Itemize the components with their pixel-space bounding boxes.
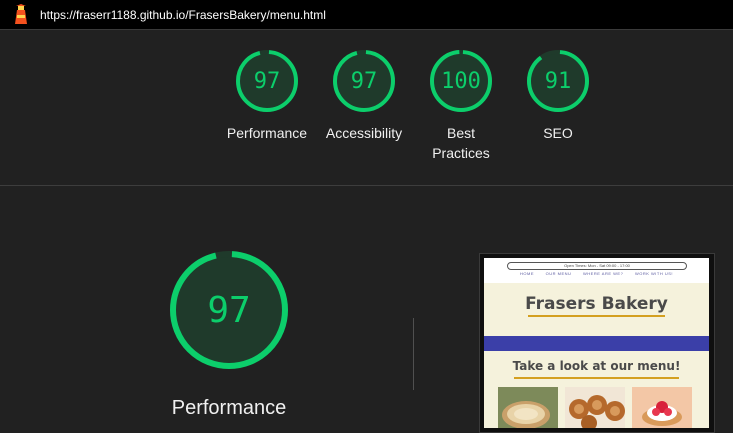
top-bar: https://fraserr1188.github.io/FrasersBak… [0,0,733,30]
gauge-label: Best Practices [432,125,490,161]
raspberry-tart-image [632,387,692,428]
site-nav-links: HOME OUR MENU WHERE ARE WE? WORK WITH US… [484,271,709,276]
heading-underline [514,377,679,379]
cinnamon-rolls-image [565,387,625,428]
lighthouse-icon [15,3,27,24]
menu-heading: Take a look at our menu! [512,359,681,373]
gauge-seo[interactable]: 91 SEO [513,48,603,143]
gauge-score: 91 [544,68,572,94]
gauge-score: 100 [441,68,481,94]
open-times-bar: Open Times: Mon - Sat 09:00 - 17:00 [507,262,687,270]
gauge-performance[interactable]: 97 Performance [222,48,312,143]
page-url[interactable]: https://fraserr1188.github.io/FrasersBak… [40,8,326,22]
gauge-accessibility[interactable]: 97 Accessibility [319,48,409,143]
blue-band [484,336,709,351]
site-title: Frasers Bakery [525,294,668,314]
nav-link-where: WHERE ARE WE? [583,271,624,276]
gauge-label: SEO [543,125,573,141]
performance-title: Performance [171,397,287,419]
bread-image [498,387,558,428]
vertical-separator [413,318,414,390]
nav-link-menu: OUR MENU [545,271,572,276]
nav-link-work: WORK WITH US! [634,271,673,276]
performance-score: 97 [207,289,251,331]
final-screenshot[interactable]: Open Times: Mon - Sat 09:00 - 17:00 HOME… [484,258,709,428]
gauge-label: Performance [226,125,308,141]
gauge-label: Accessibility [325,125,403,141]
section-divider [0,185,733,186]
category-gauges: 97 Performance 97 Accessibility 100 Best… [0,48,733,178]
gauge-score: 97 [350,68,378,94]
nav-link-home: HOME [519,271,534,276]
title-underline [528,315,665,317]
gauge-best-practices[interactable]: 100 Best Practices [416,48,506,163]
gauge-score: 97 [253,68,281,94]
